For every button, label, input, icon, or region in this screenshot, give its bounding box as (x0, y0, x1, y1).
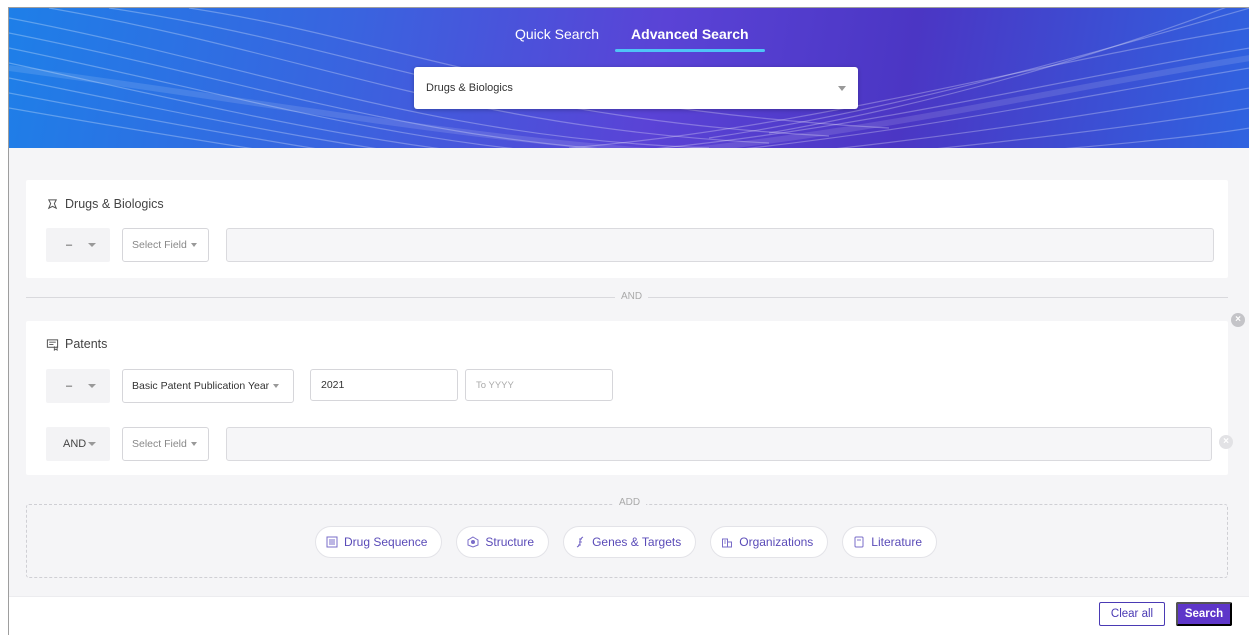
literature-icon (854, 536, 864, 548)
chevron-down-icon (88, 442, 96, 446)
clear-all-button[interactable]: Clear all (1099, 602, 1165, 626)
add-structure-button[interactable]: Structure (456, 526, 550, 558)
field-select[interactable]: Basic Patent Publication Year (122, 369, 294, 403)
gene-icon (576, 536, 584, 548)
add-button-label: Literature (871, 535, 922, 549)
add-literature-button[interactable]: Literature (842, 526, 937, 558)
operator-value: – (66, 239, 73, 251)
operator-select[interactable]: – (46, 369, 110, 403)
drug-icon (47, 198, 58, 209)
organization-icon (722, 538, 733, 548)
domain-select-value: Drugs & Biologics (426, 82, 513, 94)
field-select-value: Basic Patent Publication Year (132, 380, 270, 392)
drugs-card-title: Drugs & Biologics (46, 197, 164, 211)
hero-banner: Quick Search Advanced Search Drugs & Bio… (9, 8, 1249, 148)
year-from-input[interactable]: 2021 (310, 369, 458, 401)
footer-bar (9, 596, 1249, 635)
chevron-down-icon (88, 384, 96, 388)
field-select[interactable]: Select Field (122, 228, 209, 262)
sequence-icon (326, 536, 338, 548)
operator-value: – (66, 380, 73, 392)
add-button-label: Genes & Targets (592, 535, 682, 549)
patents-card-title-text: Patents (65, 337, 108, 351)
drugs-biologics-card: Drugs & Biologics – Select Field (26, 180, 1228, 278)
add-drug-sequence-button[interactable]: Drug Sequence (315, 526, 443, 558)
patent-icon (46, 338, 59, 351)
chevron-down-icon (838, 86, 846, 91)
add-organizations-button[interactable]: Organizations (710, 526, 829, 558)
chevron-down-icon (190, 243, 197, 247)
tab-advanced-search[interactable]: Advanced Search (615, 24, 765, 52)
advanced-search-page: Quick Search Advanced Search Drugs & Bio… (8, 7, 1249, 635)
field-select[interactable]: Select Field (122, 427, 209, 461)
patents-card: Patents – Basic Patent Publication Year … (26, 321, 1228, 475)
add-genes-targets-button[interactable]: Genes & Targets (563, 526, 697, 558)
structure-icon (467, 536, 479, 548)
add-button-label: Drug Sequence (344, 535, 428, 549)
field-select-value: Select Field (132, 438, 187, 450)
add-buttons: Drug Sequence Structure Genes & Targets (315, 526, 937, 558)
operator-value: AND (63, 438, 87, 450)
field-select-value: Select Field (132, 239, 187, 251)
chevron-down-icon (190, 442, 197, 446)
drugs-card-title-text: Drugs & Biologics (65, 197, 164, 211)
year-from-value: 2021 (321, 379, 345, 391)
add-button-label: Organizations (739, 535, 814, 549)
search-button[interactable]: Search (1176, 602, 1232, 626)
tab-quick-search[interactable]: Quick Search (499, 24, 615, 52)
year-to-input[interactable]: To YYYY (465, 369, 613, 401)
search-mode-tabs: Quick Search Advanced Search (499, 24, 765, 52)
chevron-down-icon (273, 384, 280, 388)
remove-card-icon[interactable]: × (1231, 313, 1245, 327)
operator-select[interactable]: – (46, 228, 110, 262)
patents-card-title: Patents (46, 337, 107, 351)
chevron-down-icon (88, 243, 96, 247)
year-to-placeholder: To YYYY (476, 379, 514, 391)
query-input[interactable] (226, 427, 1212, 461)
domain-select[interactable]: Drugs & Biologics (414, 67, 858, 109)
query-input[interactable] (226, 228, 1214, 262)
add-button-label: Structure (485, 535, 535, 549)
connector-label: AND (615, 291, 649, 302)
remove-row-icon[interactable]: × (1219, 435, 1233, 449)
operator-select[interactable]: AND (46, 427, 110, 461)
add-section-label: ADD (613, 497, 647, 508)
